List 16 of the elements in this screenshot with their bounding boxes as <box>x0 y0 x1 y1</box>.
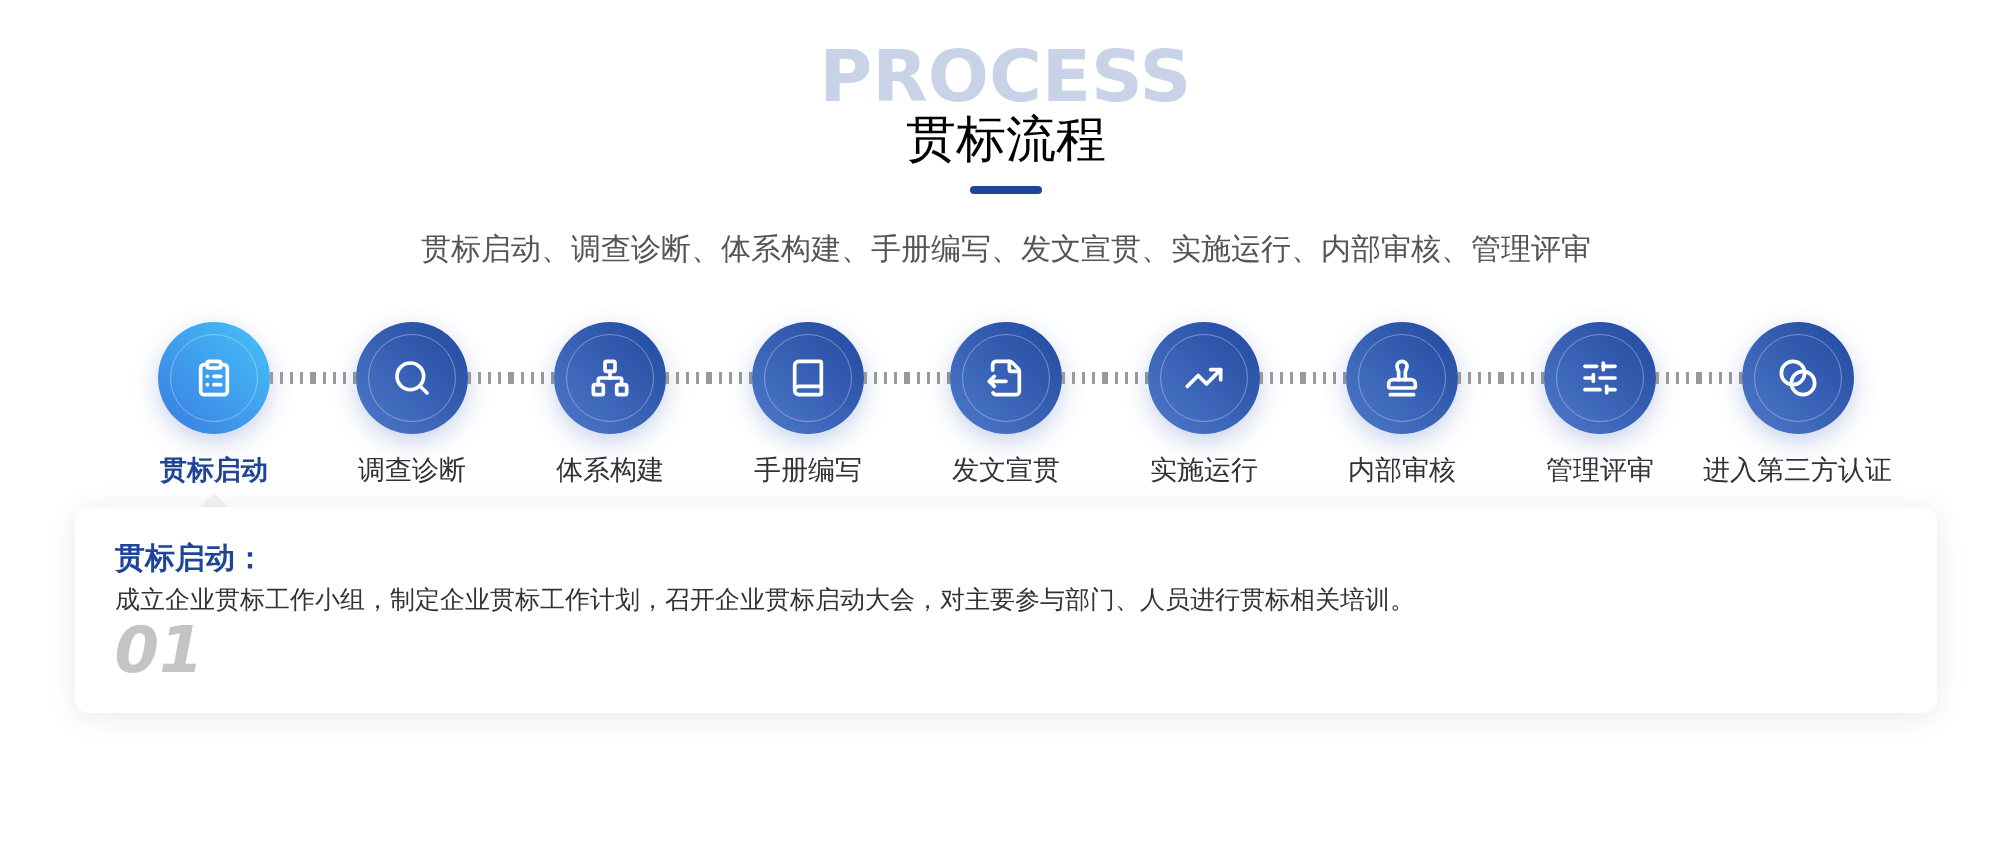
step-label[interactable]: 内部审核 <box>1347 456 1456 483</box>
step-label[interactable]: 体系构建 <box>555 456 664 483</box>
step-label[interactable]: 实施运行 <box>1149 456 1258 483</box>
step-label[interactable]: 进入第三方认证 <box>1703 456 1892 483</box>
step-label[interactable]: 管理评审 <box>1545 456 1654 483</box>
step-label[interactable]: 贯标启动 <box>159 456 268 483</box>
subtitle: 贯标启动、调查诊断、体系构建、手册编写、发文宣贯、实施运行、内部审核、管理评审 <box>420 234 1591 264</box>
step-label[interactable]: 手册编写 <box>753 456 862 483</box>
step-label[interactable]: 调查诊断 <box>357 456 466 483</box>
detail-text: 成立企业贯标工作小组，制定企业贯标工作计划，召开企业贯标启动大会，对主要参与部门、人员进行贯标相关培训。 <box>114 587 1415 612</box>
hierarchy-icon <box>589 358 630 398</box>
detail-title: 贯标启动： <box>114 543 265 573</box>
step-label[interactable]: 发文宣贯 <box>951 456 1060 483</box>
section-title: 贯标流程 <box>905 114 1106 164</box>
step-number-watermark: 01 <box>114 618 204 682</box>
overlapping-circles-icon <box>1777 358 1818 398</box>
